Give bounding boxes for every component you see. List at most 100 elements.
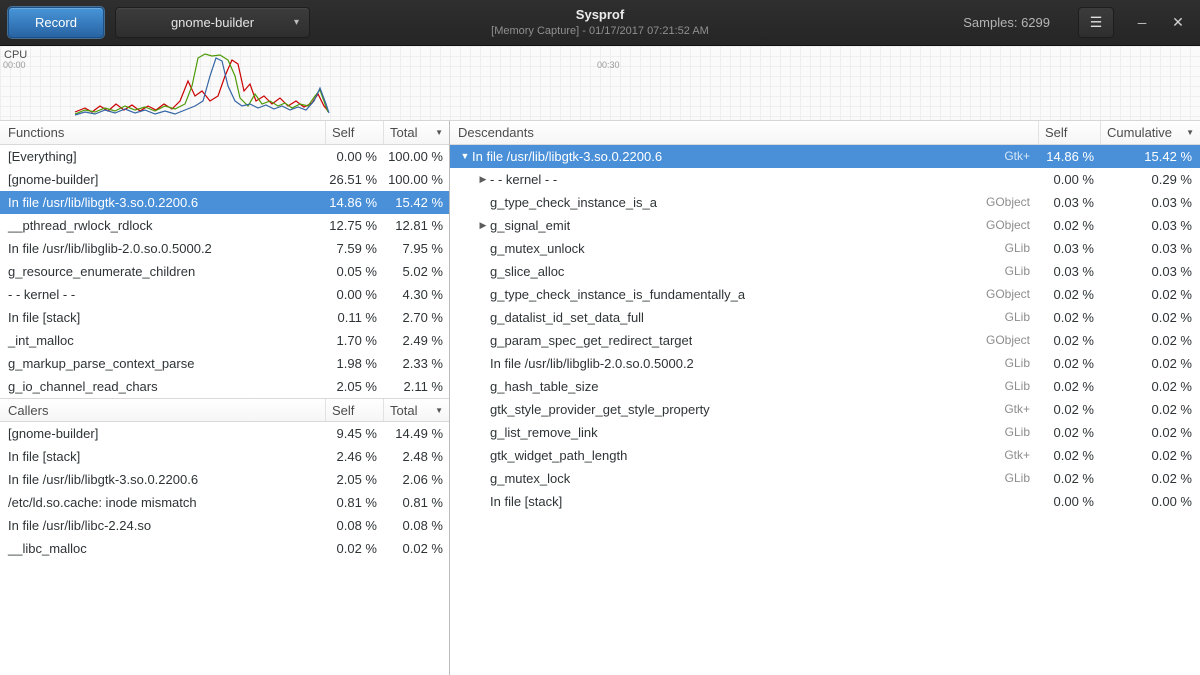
minimize-button[interactable]: ─ (1128, 16, 1156, 30)
total-percent: 15.42 % (383, 191, 449, 214)
column-header-total[interactable]: Total ▼ (383, 121, 449, 144)
function-name: g_list_remove_link (490, 421, 598, 444)
functions-row[interactable]: [gnome-builder]26.51 %100.00 % (0, 168, 449, 191)
descendants-row[interactable]: gtk_widget_path_lengthGtk+0.02 %0.02 % (450, 444, 1200, 467)
callers-row[interactable]: In file /usr/lib/libc-2.24.so0.08 %0.08 … (0, 514, 449, 537)
descendants-row[interactable]: gtk_style_provider_get_style_propertyGtk… (450, 398, 1200, 421)
total-percent: 4.30 % (383, 283, 449, 306)
descendants-row[interactable]: In file [stack]0.00 %0.00 % (450, 490, 1200, 513)
descendants-row[interactable]: g_mutex_lockGLib0.02 %0.02 % (450, 467, 1200, 490)
descendants-row[interactable]: g_list_remove_linkGLib0.02 %0.02 % (450, 421, 1200, 444)
cumulative-percent: 0.03 % (1100, 214, 1200, 237)
column-header-self[interactable]: Self (1038, 121, 1100, 144)
library-tag: GObject (986, 191, 1038, 214)
self-percent: 0.02 % (1038, 467, 1100, 490)
descendants-row[interactable]: g_mutex_unlockGLib0.03 %0.03 % (450, 237, 1200, 260)
callers-row[interactable]: In file [stack]2.46 %2.48 % (0, 445, 449, 468)
descendant-name-cell: g_mutex_unlockGLib (450, 237, 1038, 260)
expander-icon[interactable]: ▼ (458, 145, 472, 168)
functions-row[interactable]: In file /usr/lib/libglib-2.0.so.0.5000.2… (0, 237, 449, 260)
cumulative-percent: 15.42 % (1100, 145, 1200, 168)
self-percent: 0.02 % (1038, 352, 1100, 375)
column-label: Total (390, 403, 417, 418)
self-percent: 14.86 % (1038, 145, 1100, 168)
process-selector-dropdown[interactable]: gnome-builder ▾ (115, 7, 310, 38)
functions-row[interactable]: In file [stack]0.11 %2.70 % (0, 306, 449, 329)
column-header-functions[interactable]: Functions (0, 121, 325, 144)
self-percent: 0.03 % (1038, 260, 1100, 283)
column-header-callers[interactable]: Callers (0, 399, 325, 421)
descendant-name-cell: g_datalist_id_set_data_fullGLib (450, 306, 1038, 329)
library-tag: Gtk+ (1004, 444, 1038, 467)
column-label: Self (1045, 125, 1067, 140)
functions-row[interactable]: g_markup_parse_context_parse1.98 %2.33 % (0, 352, 449, 375)
functions-row[interactable]: In file /usr/lib/libgtk-3.so.0.2200.614.… (0, 191, 449, 214)
total-percent: 100.00 % (383, 145, 449, 168)
self-percent: 1.70 % (325, 329, 383, 352)
hamburger-menu-icon: ☰ (1090, 14, 1103, 31)
function-name: [Everything] (0, 145, 325, 168)
callers-row[interactable]: /etc/ld.so.cache: inode mismatch0.81 %0.… (0, 491, 449, 514)
descendants-row[interactable]: g_type_check_instance_is_fundamentally_a… (450, 283, 1200, 306)
descendants-row[interactable]: g_hash_table_sizeGLib0.02 %0.02 % (450, 375, 1200, 398)
descendants-row[interactable]: g_datalist_id_set_data_fullGLib0.02 %0.0… (450, 306, 1200, 329)
total-percent: 14.49 % (383, 422, 449, 445)
column-header-self[interactable]: Self (325, 121, 383, 144)
expander-icon[interactable]: ▶ (476, 168, 490, 191)
functions-row[interactable]: g_resource_enumerate_children0.05 %5.02 … (0, 260, 449, 283)
column-header-total[interactable]: Total ▼ (383, 399, 449, 421)
callers-row[interactable]: [gnome-builder]9.45 %14.49 % (0, 422, 449, 445)
functions-table-body: [Everything]0.00 %100.00 %[gnome-builder… (0, 145, 449, 398)
column-label: Self (332, 403, 354, 418)
descendants-row[interactable]: ▼In file /usr/lib/libgtk-3.so.0.2200.6Gt… (450, 145, 1200, 168)
function-name: In file [stack] (490, 490, 562, 513)
total-percent: 2.48 % (383, 445, 449, 468)
descendant-name-cell: ▼In file /usr/lib/libgtk-3.so.0.2200.6Gt… (450, 145, 1038, 168)
function-name: g_markup_parse_context_parse (0, 352, 325, 375)
library-tag: GLib (1005, 375, 1038, 398)
expander-icon[interactable]: ▶ (476, 214, 490, 237)
cpu-timeline-graph[interactable]: CPU 00:00 00:30 (0, 46, 1200, 121)
right-pane: Descendants Self Cumulative ▼ ▼In file /… (450, 121, 1200, 675)
function-name: g_param_spec_get_redirect_target (490, 329, 692, 352)
descendants-row[interactable]: g_type_check_instance_is_aGObject0.03 %0… (450, 191, 1200, 214)
close-button[interactable]: ✕ (1164, 14, 1192, 31)
function-name: In file /usr/lib/libgtk-3.so.0.2200.6 (0, 191, 325, 214)
descendants-row[interactable]: ▶- - kernel - -0.00 %0.29 % (450, 168, 1200, 191)
functions-row[interactable]: [Everything]0.00 %100.00 % (0, 145, 449, 168)
library-tag: GObject (986, 329, 1038, 352)
descendants-row[interactable]: ▶g_signal_emitGObject0.02 %0.03 % (450, 214, 1200, 237)
time-tick-30: 00:30 (597, 60, 620, 70)
column-header-self[interactable]: Self (325, 399, 383, 421)
descendants-row[interactable]: In file /usr/lib/libglib-2.0.so.0.5000.2… (450, 352, 1200, 375)
record-button[interactable]: Record (8, 7, 104, 38)
self-percent: 0.08 % (325, 514, 383, 537)
sort-indicator-icon: ▼ (431, 406, 443, 415)
function-name: __pthread_rwlock_rdlock (0, 214, 325, 237)
column-header-cumulative[interactable]: Cumulative ▼ (1100, 121, 1200, 144)
function-name: g_datalist_id_set_data_full (490, 306, 644, 329)
callers-row[interactable]: In file /usr/lib/libgtk-3.so.0.2200.62.0… (0, 468, 449, 491)
function-name: gtk_widget_path_length (490, 444, 627, 467)
column-label: Self (332, 125, 354, 140)
menu-button[interactable]: ☰ (1078, 7, 1114, 38)
functions-row[interactable]: __pthread_rwlock_rdlock12.75 %12.81 % (0, 214, 449, 237)
headerbar: Record gnome-builder ▾ Sysprof [Memory C… (0, 0, 1200, 46)
library-tag: GLib (1005, 421, 1038, 444)
descendant-name-cell: gtk_widget_path_length Gtk+ (450, 444, 1038, 467)
library-tag: GLib (1005, 237, 1038, 260)
descendant-name-cell: In file [stack] (450, 490, 1038, 513)
descendants-row[interactable]: g_param_spec_get_redirect_targetGObject0… (450, 329, 1200, 352)
column-header-descendants[interactable]: Descendants (450, 121, 1038, 144)
total-percent: 2.06 % (383, 468, 449, 491)
functions-row[interactable]: - - kernel - -0.00 %4.30 % (0, 283, 449, 306)
functions-row[interactable]: _int_malloc1.70 %2.49 % (0, 329, 449, 352)
callers-row[interactable]: __libc_malloc0.02 %0.02 % (0, 537, 449, 560)
callers-table-body: [gnome-builder]9.45 %14.49 %In file [sta… (0, 422, 449, 560)
cumulative-percent: 0.02 % (1100, 467, 1200, 490)
total-percent: 12.81 % (383, 214, 449, 237)
functions-row[interactable]: g_io_channel_read_chars2.05 %2.11 % (0, 375, 449, 398)
library-tag: GObject (986, 283, 1038, 306)
descendants-row[interactable]: g_slice_allocGLib0.03 %0.03 % (450, 260, 1200, 283)
function-name: g_slice_alloc (490, 260, 564, 283)
